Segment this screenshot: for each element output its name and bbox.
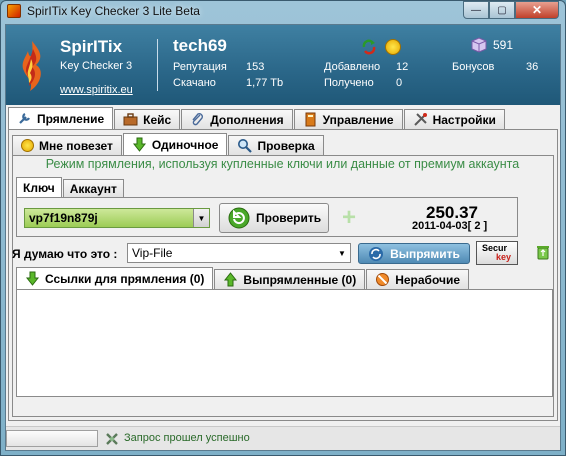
add-key-plus-icon[interactable]: + [338,204,360,231]
status-bar: Запрос прошел успешно [6,426,560,450]
up-arrow-icon [224,272,238,287]
tools-icon [413,113,427,126]
tab-label: Управление [322,112,394,127]
added-label: Добавлено [324,61,381,73]
tab-links-to-fix[interactable]: Ссылки для прямления (0) [16,267,214,289]
power-smile-icon[interactable] [385,39,401,55]
added-value: 12 [396,61,409,73]
refresh-arrows-icon [369,246,384,261]
window-title: SpirITix Key Checker 3 Lite Beta [27,4,200,18]
tab-single[interactable]: Одиночное [122,133,228,155]
tab-label: Одиночное [151,137,219,152]
title-bar[interactable]: SpirITix Key Checker 3 Lite Beta — ▢ ✕ [1,1,565,23]
tab-label: Аккаунт [69,181,117,196]
securkey-line2: key [496,252,512,262]
reputation-label: Репутация [173,61,227,73]
link-tabs: Ссылки для прямления (0) Выпрямленные (0… [16,267,470,289]
window-controls: — ▢ ✕ [463,1,559,20]
key-tabs: Ключ Аккаунт [16,177,125,197]
mode-tabs: Мне повезет Одиночное Проверка [12,133,325,155]
bonus-label: Бонусов [452,61,495,73]
tab-case[interactable]: Кейс [114,109,181,129]
straighten-button[interactable]: Выпрямить [358,243,470,264]
tab-label: Кейс [143,112,172,127]
tab-label: Ссылки для прямления (0) [45,271,205,286]
smile-icon [21,139,34,152]
tab-key[interactable]: Ключ [16,177,62,197]
chevron-down-icon[interactable]: ▼ [193,209,209,227]
key-input[interactable]: vp7f19n879j ▼ [24,208,210,228]
paperclip-icon [192,113,204,126]
maximize-button[interactable]: ▢ [489,1,515,19]
magnifier-icon [238,139,253,153]
brand-name: SpirITix [60,37,123,56]
app-window: SpirITix Key Checker 3 Lite Beta — ▢ ✕ S… [0,0,566,456]
book-icon [305,112,316,127]
tab-account[interactable]: Аккаунт [62,179,124,197]
website-link[interactable]: www.spiritix.eu [60,84,133,96]
briefcase-icon [123,113,138,126]
received-label: Получено [324,77,374,89]
brand-subtitle: Key Checker 3 [60,60,133,72]
links-textarea[interactable] [16,289,553,397]
host-label: Я думаю что это : [12,247,118,261]
host-select[interactable]: Vip-File ▼ [127,243,351,263]
header-divider [157,39,158,91]
green-arrow-icon [132,137,146,152]
mode-banner: Режим прямления, используя купленные клю… [45,157,520,171]
tab-label: Настройки [432,112,496,127]
header-panel: SpirITix Key Checker 3 www.spiritix.eu t… [6,25,560,105]
tab-fixed[interactable]: Выпрямленные (0) [214,269,366,289]
balance-date: 2011-04-03[ 2 ] [412,220,488,232]
tab-label: Дополнения [210,112,284,127]
downloaded-label: Скачано [173,77,216,89]
tab-label: Прямление [37,111,105,126]
username: tech69 [173,36,227,55]
straighten-label: Выпрямить [390,246,460,261]
minimize-button[interactable]: — [463,1,489,19]
tab-broken[interactable]: Нерабочие [366,269,470,289]
down-arrow-icon [25,271,40,286]
securkey-button[interactable]: Secur key [476,241,518,265]
app-icon [7,4,21,18]
tab-label: Выпрямленные (0) [243,272,357,287]
received-value: 0 [396,77,403,89]
tab-label: Мне повезет [39,138,113,153]
downloaded-value: 1,77 Tb [246,77,284,89]
status-text: Запрос прошел успешно [124,432,250,444]
tab-lucky[interactable]: Мне повезет [12,135,122,155]
check-label: Проверить [256,211,322,225]
tab-addons[interactable]: Дополнения [181,109,293,129]
green-circle-arrow-icon [228,207,250,229]
host-value: Vip-File [132,246,173,260]
key-value: vp7f19n879j [29,211,98,225]
credits-value: 591 [493,38,514,52]
tab-label: Нерабочие [395,272,461,287]
tab-label: Ключ [23,180,55,195]
progress-bar [6,430,98,447]
tab-check[interactable]: Проверка [228,135,324,155]
tab-label: Проверка [257,138,315,153]
spiritix-flame-logo-icon [22,41,41,91]
refresh-icon[interactable] [361,39,377,55]
tab-straighten[interactable]: Прямление [8,107,114,129]
check-button[interactable]: Проверить [219,203,329,233]
main-content: SpirITix Key Checker 3 www.spiritix.eu t… [5,24,561,451]
wrench-icon [19,113,30,124]
recycle-bin-icon[interactable] [536,244,550,260]
reputation-value: 153 [246,61,265,73]
close-button[interactable]: ✕ [515,1,559,19]
bonus-value: 36 [526,61,539,73]
main-tabs: Прямление Кейс Дополнения Управление Нас… [8,107,506,129]
connection-status-icon [106,433,118,445]
credits-cube-icon [471,37,487,53]
chevron-down-icon[interactable]: ▼ [334,244,350,262]
forbidden-icon [376,273,390,286]
tab-management[interactable]: Управление [293,109,403,129]
tab-settings[interactable]: Настройки [403,109,505,129]
